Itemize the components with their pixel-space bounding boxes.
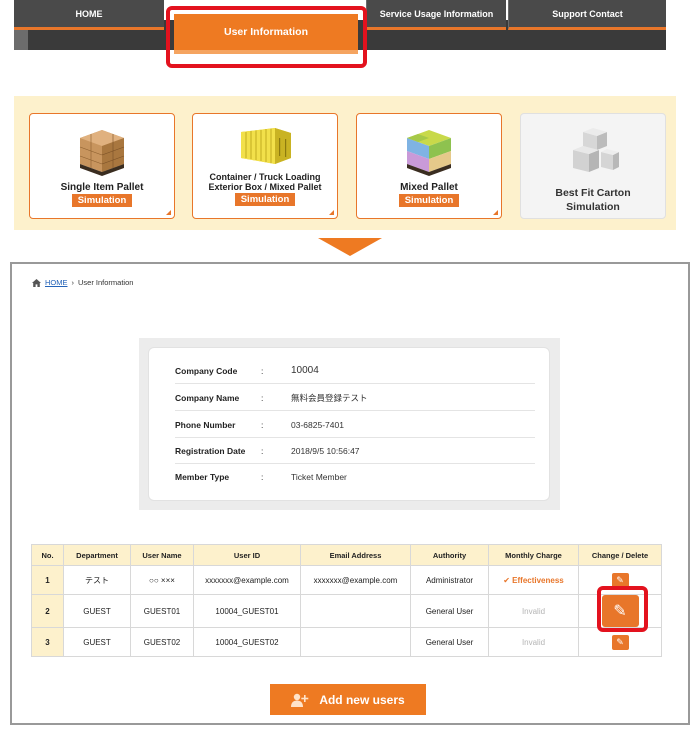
department-cell: GUEST xyxy=(63,627,131,657)
corner-arrow-icon xyxy=(329,210,334,215)
email-cell: xxxxxxx@example.com xyxy=(300,565,411,595)
company-code-value: 10004 xyxy=(291,365,319,376)
column-header: Monthly Charge xyxy=(488,544,579,566)
company-name-label: Company Name xyxy=(175,392,240,403)
mixed-pallet-icon xyxy=(399,126,459,178)
breadcrumb-current: User Information xyxy=(78,278,134,287)
department-cell: テスト xyxy=(63,565,131,595)
user-id-cell: 10004_GUEST01 xyxy=(193,594,301,628)
column-header: User ID xyxy=(193,544,301,566)
users-table: No. Department User Name User ID Email A… xyxy=(31,544,662,657)
colon: : xyxy=(261,392,264,403)
row-number: 3 xyxy=(31,627,64,657)
down-arrow-icon xyxy=(318,238,382,256)
registration-date-value: 2018/9/5 10:56:47 xyxy=(291,445,360,456)
add-user-icon xyxy=(291,693,309,707)
monthly-charge-cell: Invalid xyxy=(488,594,579,628)
company-name-row: Company Name : 無料会員登録テスト xyxy=(175,385,535,411)
registration-date-label: Registration Date xyxy=(175,445,246,456)
table-row: 2 GUEST GUEST01 10004_GUEST01 General Us… xyxy=(31,594,662,628)
member-type-label: Member Type xyxy=(175,472,230,482)
card-title: Single Item Pallet xyxy=(60,182,144,193)
column-header: User Name xyxy=(130,544,194,566)
member-type-value: Ticket Member xyxy=(291,472,347,482)
nav-home[interactable]: HOME xyxy=(14,0,164,30)
table-header-row: No. Department User Name User ID Email A… xyxy=(31,544,662,566)
column-header: Authority xyxy=(410,544,489,566)
simulation-label: Simulation xyxy=(234,193,296,206)
corner-arrow-icon xyxy=(493,210,498,215)
email-cell xyxy=(300,594,411,628)
boxes-on-pallet-icon xyxy=(72,126,132,178)
phone-number-value: 03-6825-7401 xyxy=(291,419,344,430)
add-new-users-button[interactable]: Add new users xyxy=(270,684,426,715)
breadcrumb-separator: › xyxy=(71,278,75,287)
colon: : xyxy=(261,445,264,456)
phone-number-row: Phone Number : 03-6825-7401 xyxy=(175,412,535,438)
card-title-line-1: Best Fit Carton xyxy=(555,187,631,199)
card-title-line-2: Simulation xyxy=(566,201,620,213)
column-header: Department xyxy=(63,544,131,566)
row-number: 2 xyxy=(31,594,64,628)
user-name-cell: GUEST02 xyxy=(130,627,194,657)
column-header: No. xyxy=(31,544,64,566)
monthly-charge-cell: Invalid xyxy=(488,627,579,657)
authority-cell: Administrator xyxy=(410,565,489,595)
company-name-value: 無料会員登録テスト xyxy=(291,392,368,403)
colon: : xyxy=(261,419,264,430)
corner-arrow-icon xyxy=(166,210,171,215)
company-code-row: Company Code : 10004 xyxy=(175,358,535,384)
simulation-label: Simulation xyxy=(71,194,133,207)
authority-cell: General User xyxy=(410,594,489,628)
monthly-charge-cell: ✔ Effectiveness xyxy=(488,565,579,595)
nav-support-contact[interactable]: Support Contact xyxy=(508,0,666,30)
user-name-cell: GUEST01 xyxy=(130,594,194,628)
user-id-cell: 10004_GUEST02 xyxy=(193,627,301,657)
card-best-fit-carton[interactable]: Best Fit Carton Simulation xyxy=(520,113,666,219)
breadcrumb: HOME › User Information xyxy=(32,278,133,287)
company-code-label: Company Code xyxy=(175,365,238,376)
card-container-truck-loading[interactable]: Container / Truck Loading Exterior Box /… xyxy=(192,113,338,219)
nav-service-usage[interactable]: Service Usage Information xyxy=(366,0,506,30)
member-type-row: Member Type : Ticket Member xyxy=(175,464,535,490)
home-icon xyxy=(32,278,41,287)
user-id-cell: xxxxxxx@example.com xyxy=(193,565,301,595)
table-row: 3 GUEST GUEST02 10004_GUEST02 General Us… xyxy=(31,627,662,657)
cartons-icon xyxy=(563,126,623,178)
highlight-box-nav xyxy=(166,6,367,68)
department-cell: GUEST xyxy=(63,594,131,628)
email-cell xyxy=(300,627,411,657)
card-title-line-1: Container / Truck Loading xyxy=(209,172,321,182)
card-title-line-2: Exterior Box / Mixed Pallet xyxy=(208,182,322,192)
column-header: Email Address xyxy=(300,544,411,566)
highlight-box-edit xyxy=(597,586,648,632)
edit-pencil-button[interactable]: ✎ xyxy=(611,634,629,650)
card-title: Mixed Pallet xyxy=(400,182,458,193)
row-number: 1 xyxy=(31,565,64,595)
column-header: Change / Delete xyxy=(578,544,662,566)
card-title: Best Fit Carton Simulation xyxy=(555,186,630,214)
phone-number-label: Phone Number xyxy=(175,419,236,430)
card-title: Container / Truck Loading Exterior Box /… xyxy=(208,172,321,192)
add-new-users-label: Add new users xyxy=(319,692,405,707)
colon: : xyxy=(261,365,264,376)
card-mixed-pallet[interactable]: Mixed Pallet Simulation xyxy=(356,113,502,219)
card-single-item-pallet[interactable]: Single Item Pallet Simulation xyxy=(29,113,175,219)
registration-date-row: Registration Date : 2018/9/5 10:56:47 xyxy=(175,438,535,464)
colon: : xyxy=(261,472,264,482)
authority-cell: General User xyxy=(410,627,489,657)
user-name-cell: ○○ ××× xyxy=(130,565,194,595)
container-icon xyxy=(235,124,295,166)
table-row: 1 テスト ○○ ××× xxxxxxx@example.com xxxxxxx… xyxy=(31,565,662,595)
breadcrumb-home-link[interactable]: HOME xyxy=(45,278,68,287)
simulation-label: Simulation xyxy=(398,194,460,207)
